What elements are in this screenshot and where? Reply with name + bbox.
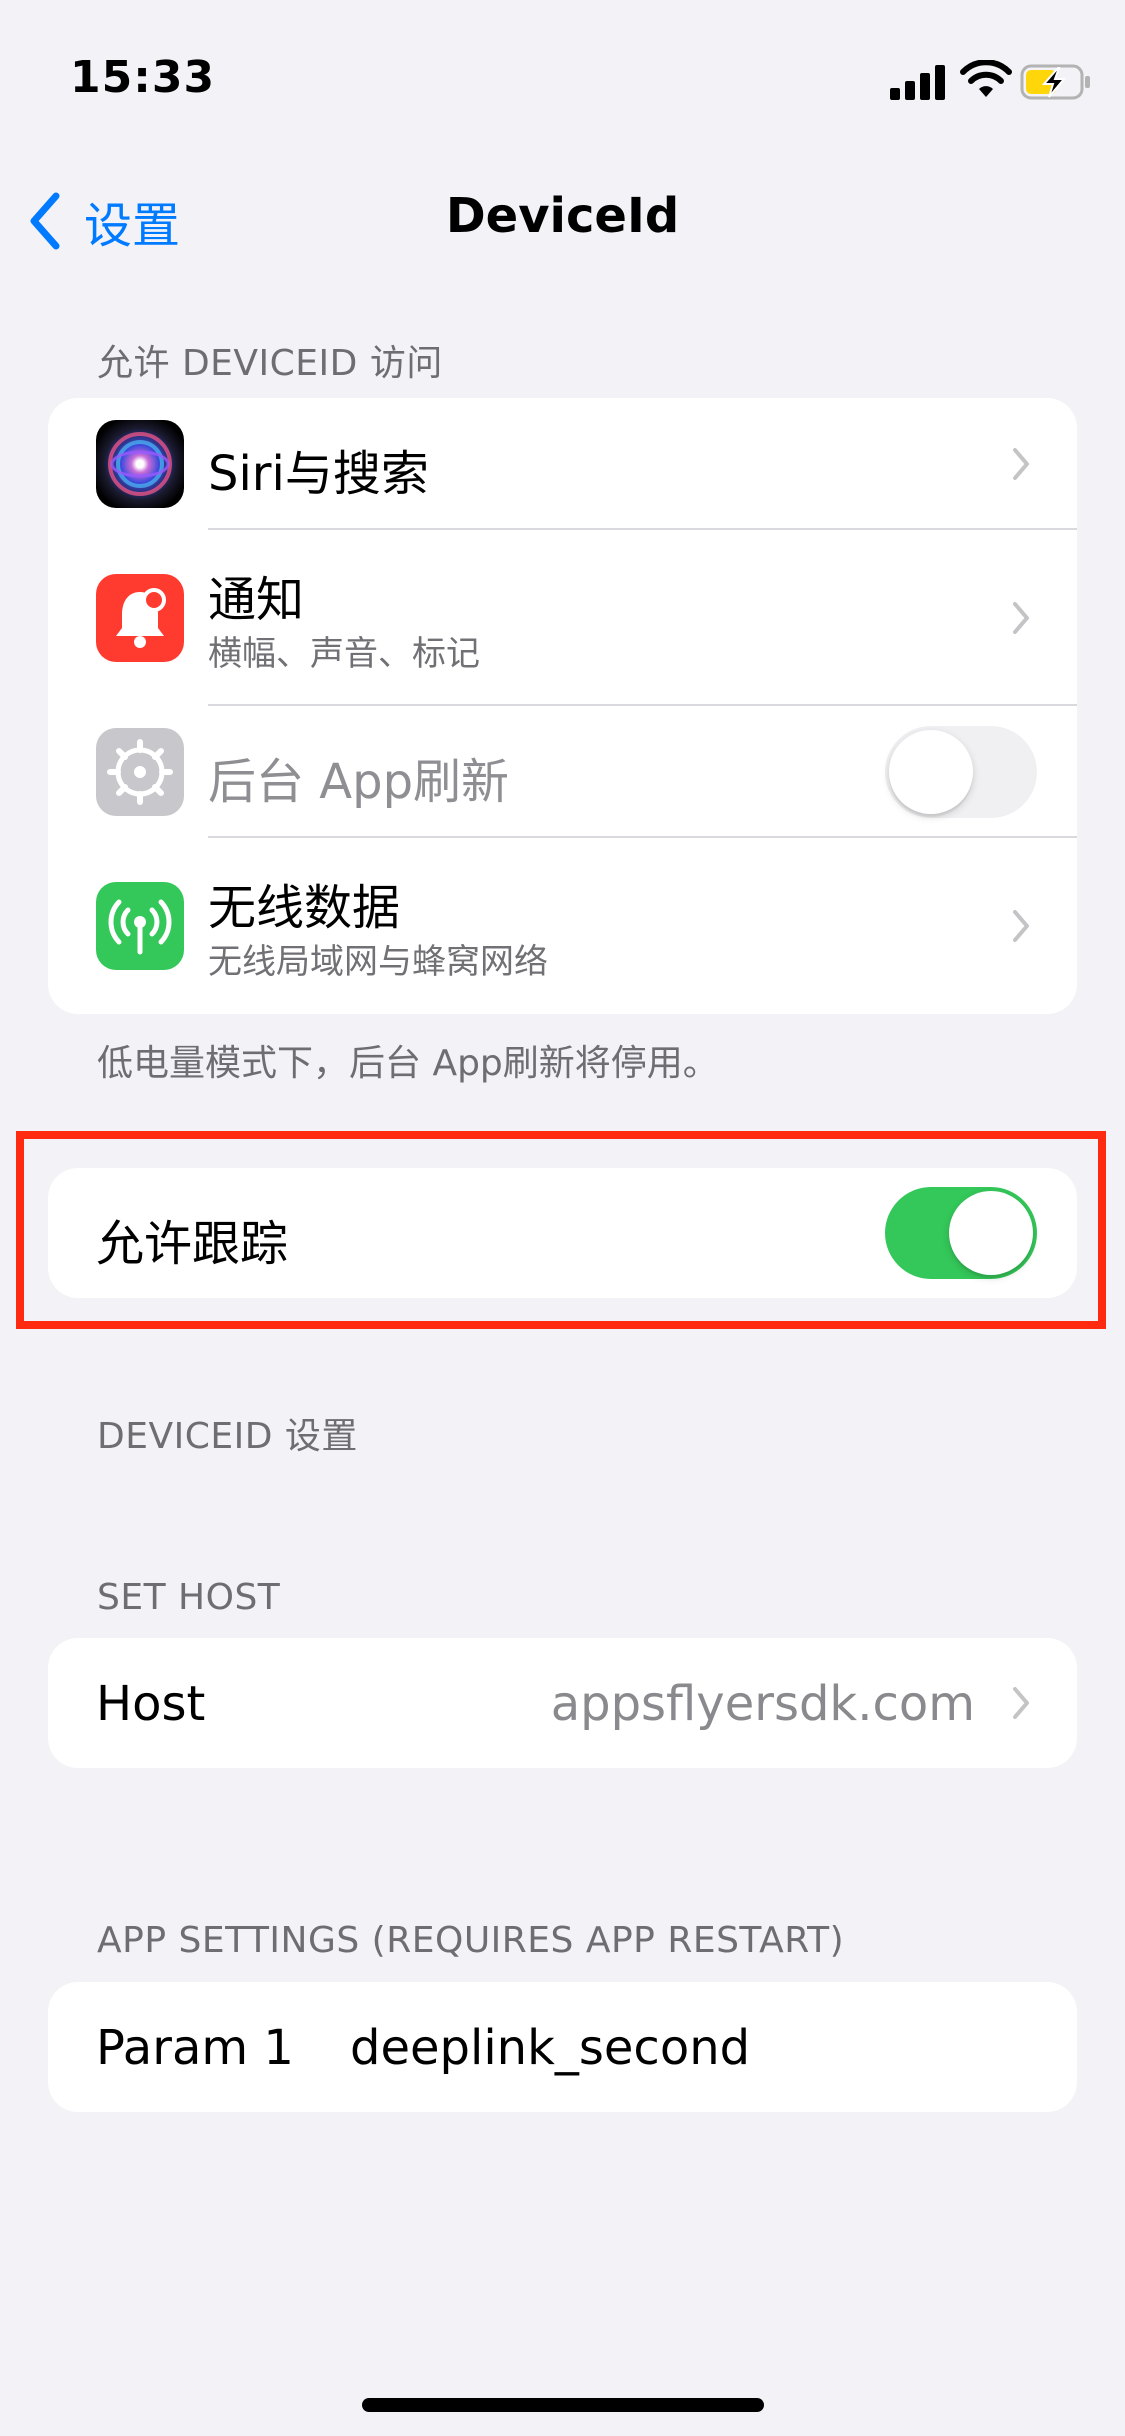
antenna-icon [96, 882, 184, 970]
background-refresh-title: 后台 App刷新 [208, 754, 510, 810]
home-indicator [362, 2398, 764, 2412]
cellular-signal-icon [890, 65, 945, 100]
param-row[interactable]: Param 1 deeplink_second [48, 1982, 1077, 2112]
notifications-row[interactable]: 通知 横幅、声音、标记 [48, 530, 1077, 706]
host-row[interactable]: Host appsflyersdk.com [48, 1638, 1077, 1768]
toggle-knob [889, 730, 973, 814]
access-section-header: 允许 DEVICEID 访问 [97, 343, 443, 384]
param-value-field[interactable]: deeplink_second [350, 2020, 750, 2076]
chevron-right-icon [1013, 910, 1029, 942]
app-settings-header: APP SETTINGS (REQUIRES APP RESTART) [97, 1920, 845, 1961]
wireless-data-row[interactable]: 无线数据 无线局域网与蜂窝网络 [48, 838, 1077, 1014]
siri-icon [96, 420, 184, 508]
siri-title: Siri与搜索 [208, 446, 429, 502]
bell-icon [96, 574, 184, 662]
chevron-right-icon [1013, 1687, 1029, 1719]
host-card: Host appsflyersdk.com [48, 1638, 1077, 1768]
notifications-title: 通知 [208, 572, 305, 628]
chevron-right-icon [1013, 602, 1029, 634]
status-time: 15:33 [70, 52, 216, 103]
wifi-icon [960, 60, 1012, 97]
host-value: appsflyersdk.com [550, 1676, 975, 1732]
battery-charging-icon [1020, 64, 1090, 100]
host-label: Host [96, 1676, 206, 1732]
param-label: Param 1 [96, 2020, 294, 2076]
chevron-right-icon [1013, 448, 1029, 480]
page-title: DeviceId [445, 188, 680, 244]
background-refresh-toggle [885, 726, 1037, 818]
notifications-subtitle: 横幅、声音、标记 [208, 634, 480, 674]
wireless-data-subtitle: 无线局域网与蜂窝网络 [208, 942, 548, 982]
background-refresh-row: 后台 App刷新 [48, 706, 1077, 838]
siri-row[interactable]: Siri与搜索 [48, 398, 1077, 530]
access-card: Siri与搜索 通知 横幅、声音、标记 后台 App刷新 无线数据 无线局域网与… [48, 398, 1077, 1014]
param-card: Param 1 deeplink_second [48, 1982, 1077, 2112]
gear-icon [96, 728, 184, 816]
access-section-footer: 低电量模式下，后台 App刷新将停用。 [97, 1043, 719, 1084]
set-host-header: SET HOST [97, 1577, 281, 1618]
wireless-data-title: 无线数据 [208, 880, 401, 936]
highlight-box [16, 1131, 1106, 1329]
deviceid-settings-header: DEVICEID 设置 [97, 1416, 358, 1457]
